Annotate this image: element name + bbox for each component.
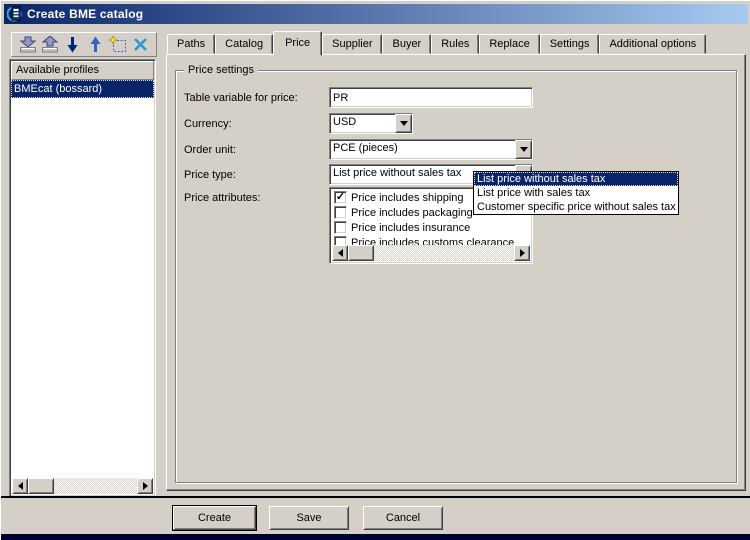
move-down-button[interactable] xyxy=(62,35,84,55)
currency-dropdown-button[interactable] xyxy=(395,114,412,133)
scrollbar-thumb[interactable] xyxy=(28,478,54,494)
window-bottom-edge xyxy=(1,534,750,540)
tab-strip: Paths Catalog Price Supplier Buyer Rules… xyxy=(167,31,707,56)
tab-replace[interactable]: Replace xyxy=(479,34,540,54)
attributes-hscrollbar[interactable] xyxy=(332,245,530,261)
tab-price[interactable]: Price xyxy=(273,31,323,56)
tab-settings[interactable]: Settings xyxy=(539,34,600,54)
table-variable-input[interactable] xyxy=(329,87,533,108)
profiles-list[interactable] xyxy=(11,98,154,478)
scroll-left-button[interactable] xyxy=(332,245,348,261)
title-bar[interactable]: Create BME catalog xyxy=(4,4,748,24)
profile-item-bmecat[interactable]: BMEcat (bossard) xyxy=(11,80,154,98)
order-unit-label: Order unit: xyxy=(184,144,236,156)
checkbox-packaging[interactable] xyxy=(334,206,347,219)
triangle-right-icon xyxy=(519,249,525,257)
import-profile-icon xyxy=(18,36,38,53)
tab-paths[interactable]: Paths xyxy=(167,34,216,54)
import-profile-button[interactable] xyxy=(17,35,39,55)
arrow-up-icon xyxy=(90,36,101,53)
currency-combobox[interactable]: USD xyxy=(329,113,413,134)
profiles-header[interactable]: Available profiles xyxy=(11,61,154,80)
tab-catalog[interactable]: Catalog xyxy=(215,34,274,54)
move-up-button[interactable] xyxy=(84,35,106,55)
currency-label: Currency: xyxy=(184,118,232,130)
triangle-left-icon xyxy=(337,249,343,257)
group-title: Price settings xyxy=(184,64,259,76)
delete-profile-button[interactable] xyxy=(129,35,151,55)
export-profile-button[interactable] xyxy=(39,35,61,55)
chevron-down-icon xyxy=(399,121,408,126)
save-button[interactable]: Save xyxy=(269,506,349,530)
cancel-button[interactable]: Cancel xyxy=(363,506,443,530)
scroll-left-button[interactable] xyxy=(12,478,28,494)
create-button[interactable]: Create xyxy=(172,505,257,531)
profiles-toolbar xyxy=(11,32,157,57)
checkbox-shipping[interactable]: ✓ xyxy=(334,191,347,204)
price-type-label: Price type: xyxy=(184,169,236,181)
chevron-down-icon xyxy=(519,147,528,152)
tab-additional-options[interactable]: Additional options xyxy=(599,34,707,54)
currency-value: USD xyxy=(333,116,357,128)
triangle-right-icon xyxy=(142,482,148,490)
option-label: Price includes packaging xyxy=(351,206,473,219)
scroll-right-button[interactable] xyxy=(137,478,153,494)
price-settings-group: Price settings Table variable for price:… xyxy=(175,64,737,483)
price-attributes-label: Price attributes: xyxy=(184,192,261,204)
profiles-panel: Available profiles BMEcat (bossard) xyxy=(9,59,156,497)
order-unit-dropdown-button[interactable] xyxy=(515,140,532,159)
export-profile-icon xyxy=(40,36,60,53)
dropdown-option-list-price-without-tax[interactable]: List price without sales tax xyxy=(474,172,678,186)
dialog-window: Create BME catalog Available profiles BM… xyxy=(0,0,750,540)
profiles-hscrollbar[interactable] xyxy=(12,478,153,494)
price-type-dropdown-list: List price without sales tax List price … xyxy=(473,171,679,215)
delete-x-icon xyxy=(133,37,148,52)
table-variable-label: Table variable for price: xyxy=(184,92,298,104)
scrollbar-thumb[interactable] xyxy=(348,245,374,261)
triangle-left-icon xyxy=(17,482,23,490)
window-title: Create BME catalog xyxy=(27,7,144,21)
tab-buyer[interactable]: Buyer xyxy=(382,34,432,54)
dropdown-option-customer-specific[interactable]: Customer specific price without sales ta… xyxy=(474,200,678,214)
tab-supplier[interactable]: Supplier xyxy=(322,34,383,54)
app-icon xyxy=(7,6,23,22)
order-unit-combobox[interactable]: PCE (pieces) xyxy=(329,139,533,160)
option-label: Price includes shipping xyxy=(351,191,464,204)
scroll-right-button[interactable] xyxy=(514,245,530,261)
tab-page-price: Price settings Table variable for price:… xyxy=(166,54,746,491)
new-item-icon xyxy=(108,36,127,53)
order-unit-value: PCE (pieces) xyxy=(333,142,398,154)
option-label: Price includes insurance xyxy=(351,221,471,234)
footer-divider xyxy=(1,496,750,498)
scrollbar-track[interactable] xyxy=(374,245,514,261)
checkbox-insurance[interactable] xyxy=(334,221,347,234)
tab-rules[interactable]: Rules xyxy=(431,34,480,54)
scrollbar-track[interactable] xyxy=(54,478,137,494)
new-profile-button[interactable] xyxy=(107,35,129,55)
dropdown-option-list-price-with-tax[interactable]: List price with sales tax xyxy=(474,186,678,200)
list-item[interactable]: Price includes insurance xyxy=(332,220,530,235)
arrow-down-icon xyxy=(67,36,78,53)
